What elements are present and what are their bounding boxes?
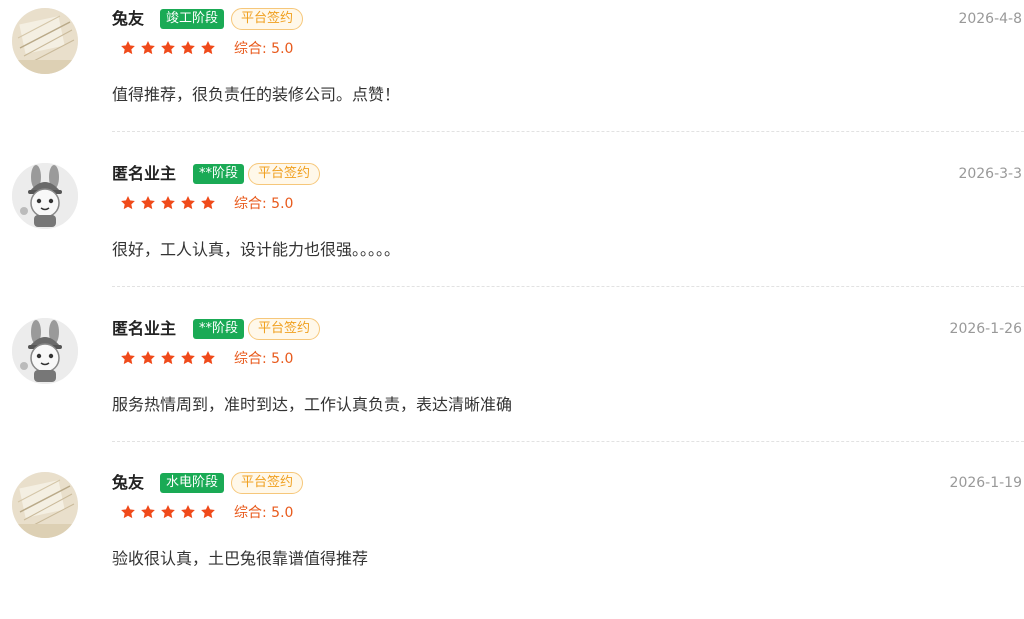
star-icon	[141, 196, 155, 210]
star-icon	[161, 41, 175, 55]
platform-tag: 平台签约	[248, 163, 321, 185]
rabbit-mascot-icon	[12, 318, 78, 384]
rabbit-mascot-icon	[12, 163, 78, 229]
star-icon	[181, 41, 195, 55]
stage-badge: 竣工阶段	[160, 9, 225, 29]
star-icon	[121, 196, 135, 210]
platform-tag: 平台签约	[248, 318, 321, 340]
divider	[112, 131, 1024, 132]
platform-tag: 平台签约	[231, 8, 304, 30]
review-content: 验收很认真，土巴兔很靠谱值得推荐	[112, 549, 369, 568]
review-content: 值得推荐，很负责任的装修公司。点赞！	[112, 85, 401, 104]
sketch-avatar-icon	[12, 8, 78, 74]
star-icon	[161, 505, 175, 519]
reviewer-name: 匿名业主	[112, 164, 177, 183]
star-icon	[121, 351, 135, 365]
review-content: 很好，工人认真，设计能力也很强。。。。。	[112, 240, 401, 259]
review-item: 兔友 竣工阶段 平台签约 2026-4-8 综合: 5.0 值得推荐，很负责任的…	[0, 0, 1024, 155]
avatar[interactable]	[12, 163, 78, 229]
star-icon	[141, 505, 155, 519]
stage-badge: **阶段	[193, 164, 245, 184]
star-icon	[141, 41, 155, 55]
sketch-avatar-icon	[12, 472, 78, 538]
star-icon	[201, 41, 215, 55]
avatar[interactable]	[12, 318, 78, 384]
reviewer-name: 兔友	[112, 473, 145, 492]
star-icon	[201, 351, 215, 365]
star-icon	[181, 196, 195, 210]
star-icon	[121, 41, 135, 55]
stage-badge: **阶段	[193, 319, 245, 339]
star-icon	[141, 351, 155, 365]
star-icon	[161, 351, 175, 365]
star-icon	[201, 196, 215, 210]
avatar[interactable]	[12, 8, 78, 74]
review-date: 2026-1-19	[949, 475, 1022, 491]
star-icon	[181, 351, 195, 365]
review-date: 2026-1-26	[949, 321, 1022, 337]
star-rating	[120, 350, 216, 368]
review-content: 服务热情周到，准时到达，工作认真负责，表达清晰准确	[112, 395, 513, 414]
star-icon	[121, 505, 135, 519]
divider	[112, 441, 1024, 442]
reviewer-name: 兔友	[112, 9, 145, 28]
avatar[interactable]	[12, 472, 78, 538]
score-label: 综合: 5.0	[234, 505, 294, 521]
star-rating	[120, 40, 216, 58]
star-icon	[161, 196, 175, 210]
divider	[112, 286, 1024, 287]
review-item: 兔友 水电阶段 平台签约 2026-1-19 综合: 5.0 验收很认真，土巴兔…	[0, 464, 1024, 619]
star-rating	[120, 504, 216, 522]
score-label: 综合: 5.0	[234, 41, 294, 57]
star-icon	[201, 505, 215, 519]
score-label: 综合: 5.0	[234, 351, 294, 367]
star-rating	[120, 195, 216, 213]
review-item: 匿名业主 **阶段 平台签约 2026-1-26 综合: 5.0 服务热情周到，…	[0, 310, 1024, 465]
star-icon	[181, 505, 195, 519]
review-item: 匿名业主 **阶段 平台签约 2026-3-3 综合: 5.0 很好，工人认真，…	[0, 155, 1024, 310]
reviewer-name: 匿名业主	[112, 319, 177, 338]
review-date: 2026-3-3	[958, 166, 1022, 182]
score-label: 综合: 5.0	[234, 196, 294, 212]
stage-badge: 水电阶段	[160, 473, 225, 493]
review-date: 2026-4-8	[958, 11, 1022, 27]
platform-tag: 平台签约	[231, 472, 304, 494]
